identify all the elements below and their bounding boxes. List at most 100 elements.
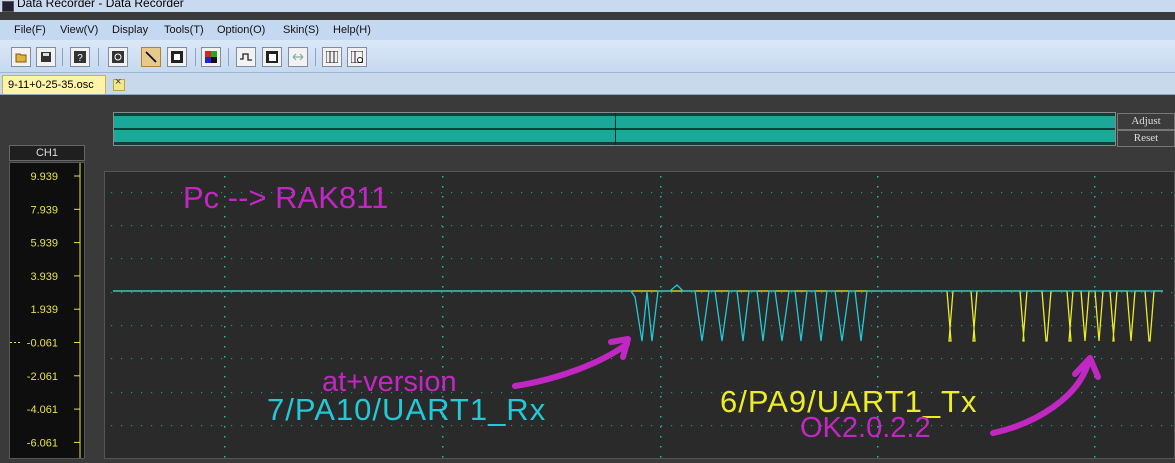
grid-dot [771,358,773,360]
grid-dot [1091,258,1093,260]
grid-dot [621,392,623,394]
menu-tools[interactable]: Tools(T) [164,24,204,36]
grid-dot [1041,192,1043,194]
grid-dot [981,358,983,360]
toolbar-separator [195,48,196,66]
grid-dot [581,358,583,360]
grid-dot [991,425,993,427]
grid-dot [611,258,613,260]
color-button[interactable] [201,47,221,67]
grid-dot [161,292,163,294]
overview-cursor[interactable] [615,113,616,145]
grid-dot [831,358,833,360]
grid-dot [541,292,543,294]
grid-dot [661,292,663,294]
save-button[interactable] [36,47,56,67]
grid-dot [861,225,863,227]
grid-dot [391,325,393,327]
grid-dot [681,225,683,227]
fit-button[interactable] [288,47,308,67]
grid-dot [921,325,923,327]
grid-dot [111,258,113,260]
grid-dot [381,358,383,360]
copy-button[interactable] [262,47,282,67]
grid-dot [131,325,133,327]
grid-dot [1131,192,1133,194]
grid-dot [221,392,223,394]
grid-dot [1051,358,1053,360]
grid-dot [671,192,673,194]
grid-dot [151,258,153,260]
grid-dot [591,392,593,394]
grid-dot [791,225,793,227]
help-button[interactable]: ? [70,47,90,67]
grid-dot [931,192,933,194]
grid-dot [631,425,633,427]
grid-dot [771,192,773,194]
grid-dot [877,176,879,178]
grid-dot [660,416,662,418]
grid-dot [231,392,233,394]
stop-button[interactable] [167,47,187,67]
grid-dot [877,306,879,308]
grid-dot [351,325,353,327]
draw-line-button[interactable] [141,47,161,67]
file-tab[interactable]: 9-11+0-25-35.osc [2,75,106,94]
columns-add-button[interactable] [347,47,367,67]
grid-dot [161,225,163,227]
overview-timeline[interactable] [113,112,1116,146]
grid-dot [541,192,543,194]
columns-button[interactable] [322,47,342,67]
grid-dot [641,325,643,327]
grid-dot [181,392,183,394]
grid-dot [191,325,193,327]
grid-dot [1094,346,1096,348]
grid-dot [821,225,823,227]
grid-dot [651,392,653,394]
grid-dot [561,192,563,194]
grid-dot [1011,192,1013,194]
grid-dot [871,258,873,260]
menu-option[interactable]: Option(O) [217,24,265,36]
grid-dot [877,256,879,258]
grid-dot [361,358,363,360]
grid-dot [1081,358,1083,360]
draw-line-icon [145,51,157,63]
grid-dot [1094,216,1096,218]
grid-dot [601,258,603,260]
grid-dot [224,426,226,428]
close-tab-icon[interactable] [113,76,125,91]
grid-dot [591,358,593,360]
grid-dot [661,225,663,227]
grid-dot [1091,192,1093,194]
toolbar-separator [98,48,99,66]
menu-file[interactable]: File(F) [14,24,46,36]
grid-dot [660,176,662,178]
adjust-button[interactable]: Adjust [1117,113,1175,130]
grid-dot [442,246,444,248]
grid-dot [421,192,423,194]
grid-dot [442,346,444,348]
grid-dot [331,358,333,360]
menu-view[interactable]: View(V) [60,24,98,36]
menu-help[interactable]: Help(H) [333,24,371,36]
grid-dot [551,392,553,394]
grid-dot [224,436,226,438]
waveform-button[interactable] [236,47,256,67]
grid-dot [251,225,253,227]
grid-dot [1131,292,1133,294]
grid-dot [791,425,793,427]
grid-dot [660,226,662,228]
grid-dot [1041,358,1043,360]
grid-dot [951,192,953,194]
grid-dot [231,325,233,327]
open-file-button[interactable] [11,47,31,67]
grid-dot [991,325,993,327]
grid-dot [921,258,923,260]
menu-display[interactable]: Display [112,24,148,36]
grid-dot [261,358,263,360]
reset-button[interactable]: Reset [1117,130,1175,147]
grid-dot [711,325,713,327]
settings-button[interactable] [108,47,128,67]
menu-skin[interactable]: Skin(S) [283,24,319,36]
